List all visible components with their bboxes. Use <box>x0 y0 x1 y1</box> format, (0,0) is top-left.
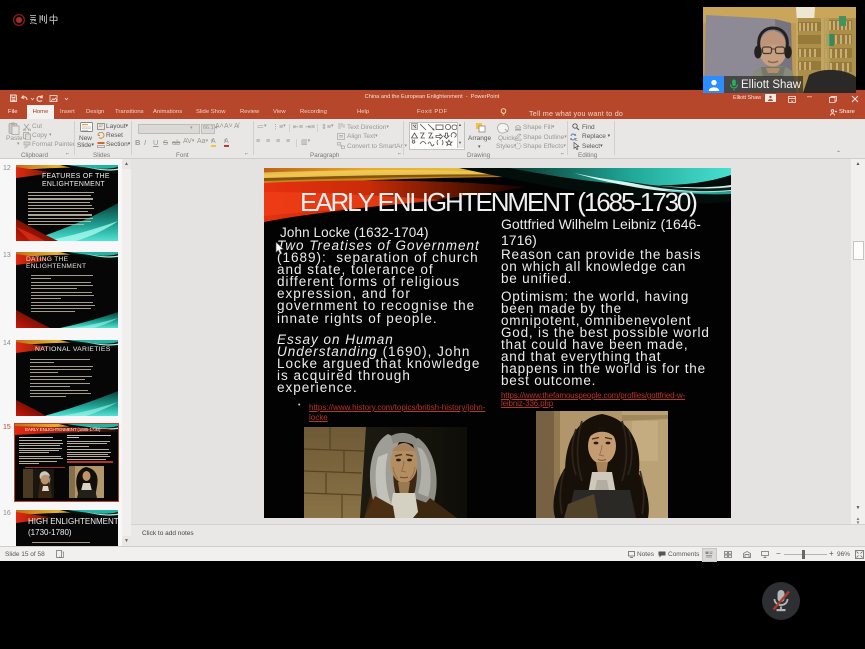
svg-text:c: c <box>575 137 578 141</box>
